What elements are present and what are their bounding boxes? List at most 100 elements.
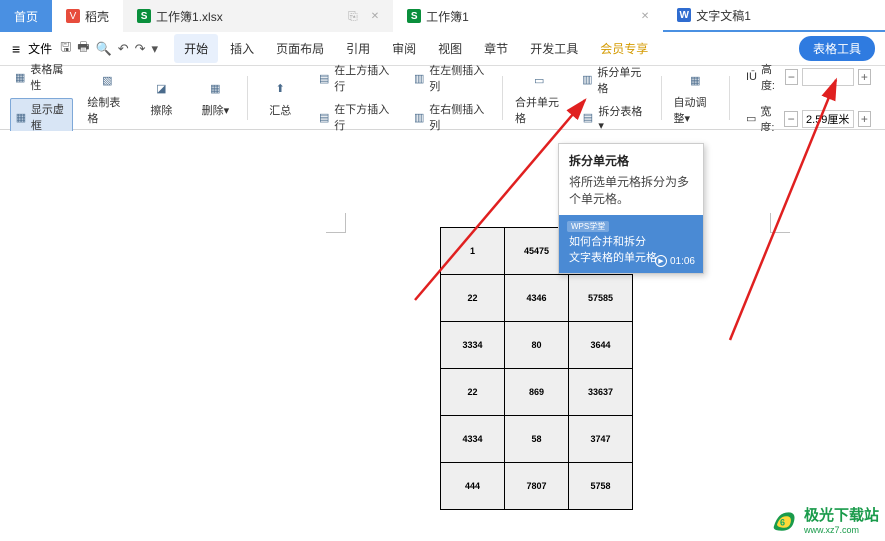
cell[interactable]: 4334 (441, 416, 505, 463)
row-height-control: IŪ 高度: − + (742, 59, 875, 95)
label: 拆分表格▾ (598, 103, 644, 132)
ribbon-tab-layout[interactable]: 页面布局 (266, 34, 334, 63)
wps-badge: WPS学堂 (567, 221, 609, 232)
insert-row-above-button[interactable]: ▤ 在上方插入行 (314, 60, 395, 96)
word-icon: W (677, 8, 691, 22)
height-increase-button[interactable]: + (858, 69, 871, 85)
height-input[interactable] (802, 68, 854, 86)
cell[interactable]: 80 (505, 322, 569, 369)
qat-dropdown-icon[interactable]: ▾ (152, 41, 159, 57)
tab-workbook1-xlsx[interactable]: S 工作簿1.xlsx ⎘ ✕ (123, 0, 393, 32)
ribbon-tab-insert[interactable]: 插入 (220, 34, 264, 63)
tab-indicator-icon: ⎘ (348, 9, 358, 24)
cell[interactable]: 4346 (505, 275, 569, 322)
preview-icon[interactable]: 🔍 (96, 41, 112, 57)
table-row[interactable]: 4334 58 3747 (441, 416, 633, 463)
tab-label: 工作簿1.xlsx (156, 8, 223, 25)
tooltip-video-link[interactable]: WPS学堂 如何合并和拆分 文字表格的单元格 ▶ 01:06 (559, 215, 703, 273)
page-corner-tl (326, 213, 346, 233)
tab-docao[interactable]: V 稻壳 (52, 0, 123, 32)
document-tabs: 首页 V 稻壳 S 工作簿1.xlsx ⎘ ✕ S 工作簿1 ✕ W 文字文稿1 (0, 0, 885, 32)
ribbon-tab-view[interactable]: 视图 (428, 34, 472, 63)
cell[interactable]: 33637 (569, 369, 633, 416)
close-icon[interactable]: ✕ (641, 11, 649, 22)
cell[interactable]: 5758 (569, 463, 633, 510)
table-tools-button[interactable]: 表格工具 (799, 36, 875, 61)
video-duration: ▶ 01:06 (655, 255, 695, 267)
ribbon-tab-start[interactable]: 开始 (174, 34, 218, 63)
cell[interactable]: 3334 (441, 322, 505, 369)
insert-column-left-button[interactable]: ▥ 在左侧插入列 (409, 60, 490, 96)
tab-label: 文字文稿1 (696, 7, 751, 24)
delete-button[interactable]: ▦ 删除▾ (195, 78, 235, 118)
table-properties-button[interactable]: ▦ 表格属性 (10, 59, 73, 95)
tab-label: 稻壳 (85, 8, 109, 25)
save-icon[interactable]: 🖫 (60, 38, 71, 60)
cell[interactable]: 3644 (569, 322, 633, 369)
watermark-url: www.xz7.com (804, 525, 879, 535)
tab-workbook1[interactable]: S 工作簿1 ✕ (393, 0, 663, 32)
table-row[interactable]: 22 4346 57585 (441, 275, 633, 322)
draw-table-button[interactable]: ▧ 绘制表格 (87, 70, 127, 126)
tooltip-title: 拆分单元格 (559, 144, 703, 173)
summary-button[interactable]: ⬆ 汇总 (260, 78, 300, 118)
auto-adjust-button[interactable]: ▦ 自动调整▾ (673, 70, 717, 126)
ribbon-tab-review[interactable]: 审阅 (382, 34, 426, 63)
merge-cells-icon: ▭ (528, 70, 550, 92)
excel-icon: S (407, 9, 421, 23)
width-decrease-button[interactable]: − (784, 111, 797, 127)
insert-below-icon: ▤ (318, 110, 330, 124)
cell[interactable]: 1 (441, 228, 505, 275)
cell[interactable]: 7807 (505, 463, 569, 510)
label: 在下方插入行 (334, 101, 391, 133)
cell[interactable]: 22 (441, 275, 505, 322)
watermark: 6 极光下载站 www.xz7.com (768, 504, 879, 535)
split-cell-button[interactable]: ▥ 拆分单元格 (577, 62, 648, 98)
cell[interactable]: 3747 (569, 416, 633, 463)
height-label: 高度: (761, 61, 781, 93)
close-icon[interactable]: ✕ (371, 11, 379, 22)
insert-row-below-button[interactable]: ▤ 在下方插入行 (314, 99, 395, 135)
ribbon-tab-devtools[interactable]: 开发工具 (520, 34, 588, 63)
video-text1: 如何合并和拆分 (569, 233, 693, 249)
redo-icon[interactable]: ↷ (135, 41, 146, 57)
label: 汇总 (269, 102, 291, 118)
label: 在左侧插入列 (429, 62, 486, 94)
tooltip-description: 将所选单元格拆分为多个单元格。 (559, 173, 703, 215)
split-table-button[interactable]: ▤ 拆分表格▾ (577, 101, 648, 134)
file-menu[interactable]: 文件 (28, 40, 52, 57)
watermark-logo-icon: 6 (768, 505, 798, 535)
split-cell-icon: ▥ (581, 73, 593, 87)
height-icon: IŪ (746, 71, 757, 83)
docao-icon: V (66, 9, 80, 23)
table-row[interactable]: 22 869 33637 (441, 369, 633, 416)
cell[interactable]: 22 (441, 369, 505, 416)
merge-cells-button[interactable]: ▭ 合并单元格 (515, 70, 563, 126)
cell[interactable]: 58 (505, 416, 569, 463)
draw-table-icon: ▧ (96, 70, 118, 92)
width-increase-button[interactable]: + (858, 111, 871, 127)
show-frame-icon: ▦ (15, 110, 27, 124)
hamburger-icon[interactable]: ≡ (8, 41, 24, 57)
erase-button[interactable]: ◪ 擦除 (141, 78, 181, 118)
width-input[interactable] (802, 110, 854, 128)
cell[interactable]: 869 (505, 369, 569, 416)
cell[interactable]: 444 (441, 463, 505, 510)
table-row[interactable]: 3334 80 3644 (441, 322, 633, 369)
cell[interactable]: 57585 (569, 275, 633, 322)
undo-icon[interactable]: ↶ (118, 41, 129, 57)
ribbon-tab-references[interactable]: 引用 (336, 34, 380, 63)
table-row[interactable]: 444 7807 5758 (441, 463, 633, 510)
ribbon-tab-member[interactable]: 会员专享 (590, 34, 658, 63)
watermark-name: 极光下载站 (804, 504, 879, 525)
tab-document1[interactable]: W 文字文稿1 (663, 0, 885, 32)
insert-column-right-button[interactable]: ▥ 在右侧插入列 (409, 99, 490, 135)
auto-adjust-icon: ▦ (684, 70, 706, 92)
print-icon[interactable]: 🖶 (77, 38, 89, 60)
label: 在上方插入行 (334, 62, 391, 94)
label: 绘制表格 (87, 94, 127, 126)
height-decrease-button[interactable]: − (785, 69, 798, 85)
ribbon-tab-chapter[interactable]: 章节 (474, 34, 518, 63)
tab-home[interactable]: 首页 (0, 0, 52, 32)
document-area: 1 45475 22 4346 57585 3334 80 3644 22 86… (0, 131, 885, 541)
